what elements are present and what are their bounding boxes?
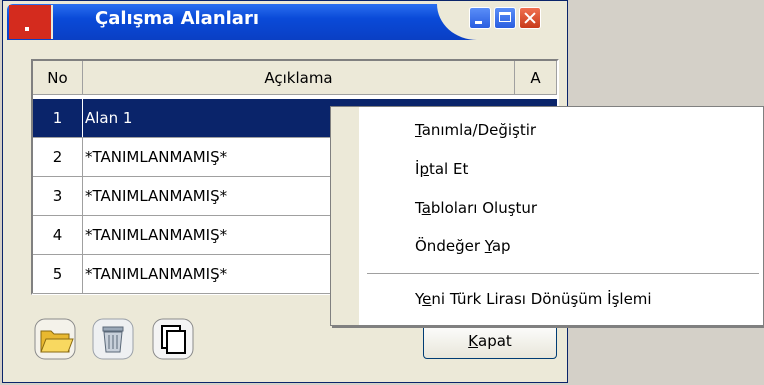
context-menu: Tanımla/Değiştir İptal Et Tabloları Oluş… bbox=[330, 106, 764, 326]
window-title: Çalışma Alanları bbox=[95, 8, 260, 29]
row-number: 2 bbox=[33, 138, 83, 176]
close-icon[interactable] bbox=[519, 7, 541, 29]
menu-item-create-tables[interactable]: Tabloları Oluştur bbox=[415, 199, 537, 217]
menu-item-set-default[interactable]: Öndeğer Yap bbox=[415, 237, 511, 255]
row-number: 1 bbox=[33, 99, 83, 137]
row-description: *TANIMLANMAMIŞ* bbox=[85, 187, 228, 205]
row-number: 4 bbox=[33, 216, 83, 254]
row-description: *TANIMLANMAMIŞ* bbox=[85, 226, 228, 244]
column-header-no[interactable]: No bbox=[33, 61, 83, 95]
menu-item-cancel[interactable]: İptal Et bbox=[415, 160, 468, 178]
menu-item-ytl-conversion[interactable]: Yeni Türk Lirası Dönüşüm İşlemi bbox=[415, 290, 652, 308]
system-menu-icon[interactable] bbox=[9, 5, 53, 39]
copy-icon[interactable] bbox=[151, 317, 195, 361]
folder-open-icon[interactable] bbox=[33, 317, 77, 361]
title-bar[interactable]: Çalışma Alanları bbox=[3, 1, 567, 45]
row-number: 3 bbox=[33, 177, 83, 215]
row-description: *TANIMLANMAMIŞ* bbox=[85, 148, 228, 166]
menu-separator bbox=[367, 273, 759, 275]
column-header-description[interactable]: Açıklama bbox=[83, 61, 515, 95]
row-description: Alan 1 bbox=[85, 109, 133, 127]
column-header-a[interactable]: A bbox=[515, 61, 557, 95]
trash-icon[interactable] bbox=[91, 317, 135, 361]
row-number: 5 bbox=[33, 255, 83, 293]
minimize-icon[interactable] bbox=[469, 7, 491, 29]
maximize-icon[interactable] bbox=[494, 7, 516, 29]
menu-item-define-edit[interactable]: Tanımla/Değiştir bbox=[415, 121, 536, 139]
close-button[interactable]: Kapat bbox=[423, 323, 557, 359]
row-description: *TANIMLANMAMIŞ* bbox=[85, 265, 228, 283]
